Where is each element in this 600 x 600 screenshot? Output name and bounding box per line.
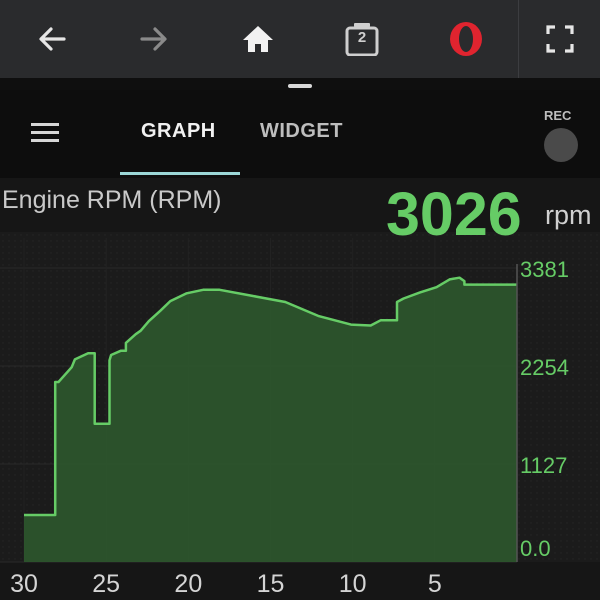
- back-button[interactable]: [22, 0, 82, 78]
- toolbar-drag-handle[interactable]: [288, 84, 312, 88]
- y-tick-label-1: 2254: [520, 355, 569, 380]
- x-tick-label-0: 30: [10, 570, 38, 598]
- home-icon: [243, 26, 273, 52]
- value-unit: rpm: [545, 200, 592, 230]
- x-tick-labels: 30 25 20 15 10 5: [10, 570, 442, 598]
- tabs-icon: 2: [345, 22, 379, 56]
- current-value: 3026: [386, 180, 522, 248]
- fullscreen-button[interactable]: [530, 0, 590, 78]
- tab-graph[interactable]: GRAPH: [141, 120, 216, 143]
- back-arrow-icon: [39, 27, 66, 51]
- y-tick-label-3: 0.0: [520, 536, 551, 561]
- active-tab-indicator: [120, 172, 240, 175]
- forward-button[interactable]: [124, 0, 184, 78]
- tabs-count: 2: [357, 29, 367, 46]
- y-tick-label-0: 3381: [520, 257, 569, 282]
- graph-panel: 3381 2254 1127 0.0 30 25 20 15 10 5 Engine RPM (…: [0, 178, 600, 600]
- tabs-button[interactable]: 2: [332, 0, 392, 78]
- app-bar: GRAPH WIDGET REC: [0, 90, 600, 178]
- x-tick-label-5: 5: [428, 570, 442, 598]
- x-tick-label-2: 20: [174, 570, 202, 598]
- x-tick-label-1: 25: [92, 570, 120, 598]
- hamburger-menu-button[interactable]: [28, 118, 64, 148]
- tab-widget[interactable]: WIDGET: [260, 120, 343, 143]
- x-tick-label-3: 15: [257, 570, 285, 598]
- forward-arrow-icon: [140, 27, 167, 51]
- opera-menu-button[interactable]: [436, 0, 496, 78]
- rec-label: REC: [544, 108, 572, 123]
- sensor-title: Engine RPM (RPM): [2, 186, 222, 214]
- y-tick-label-2: 1127: [520, 453, 567, 478]
- browser-toolbar: 2: [0, 0, 600, 78]
- x-tick-label-4: 10: [339, 570, 367, 598]
- toolbar-divider: [518, 0, 519, 78]
- record-button[interactable]: [544, 128, 578, 162]
- opera-logo-icon: [450, 22, 482, 56]
- home-button[interactable]: [228, 0, 288, 78]
- fullscreen-icon: [546, 25, 574, 53]
